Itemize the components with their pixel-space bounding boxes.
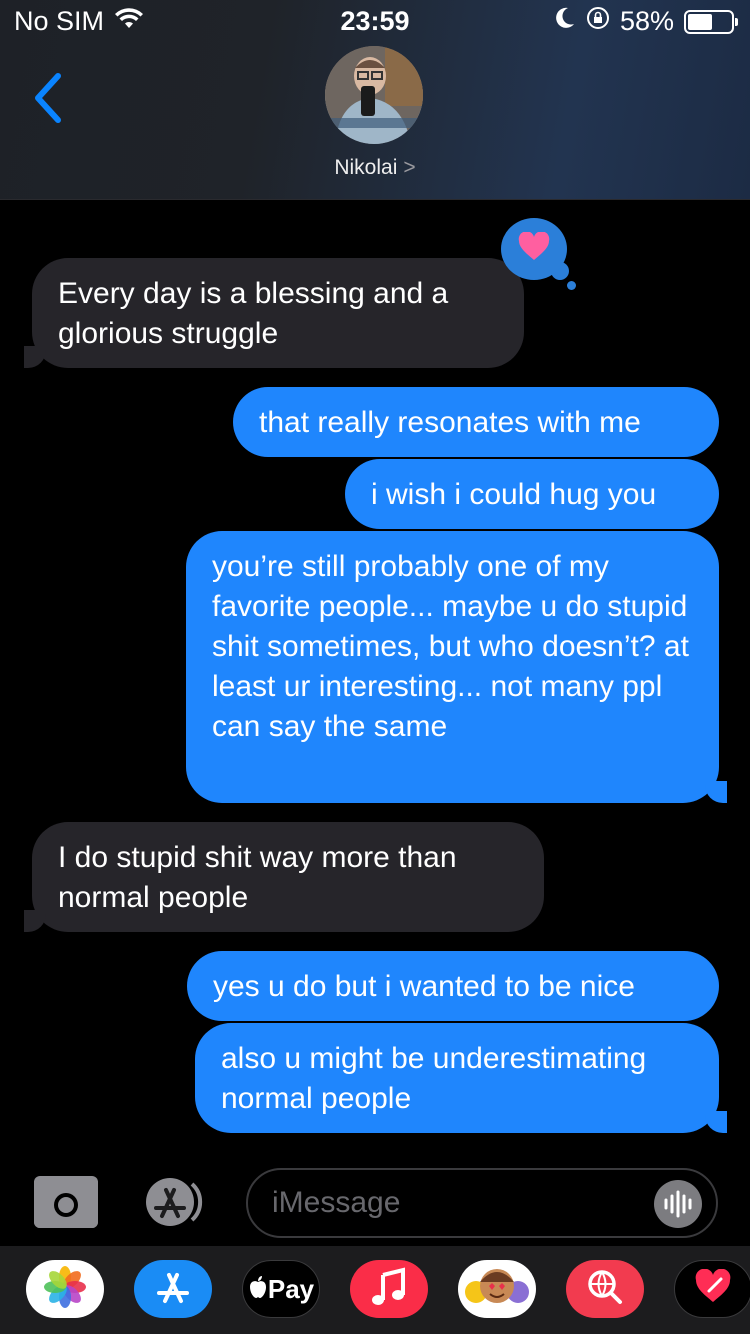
compose-bar [0,1158,750,1246]
message-text: you’re still probably one of my favorite… [212,550,689,743]
contact-name: Nikolai [334,156,398,179]
apple-pay-label: Pay [267,1273,315,1304]
app-store-icon [153,1267,193,1312]
digital-touch-app-button[interactable] [674,1260,750,1318]
message-bubble-incoming[interactable]: I do stupid shit way more than normal pe… [24,822,544,932]
moon-icon [554,6,576,37]
digital-touch-heart-icon [693,1268,733,1310]
message-text: also u might be underestimating normal p… [221,1042,647,1115]
message-text: yes u do but i wanted to be nice [213,970,635,1003]
music-note-icon [371,1266,407,1312]
audio-message-button[interactable] [654,1180,702,1228]
photos-icon [43,1265,87,1314]
memoji-app-button[interactable] [458,1260,536,1318]
message-text: that really resonates with me [259,406,641,439]
music-app-button[interactable] [350,1260,428,1318]
back-button[interactable] [28,70,68,126]
conversation-header: No SIM 23:59 58% Nikolai > [0,0,750,200]
message-text: Every day is a blessing and a glorious s… [58,277,449,350]
orientation-lock-icon [586,6,610,37]
status-bar: No SIM 23:59 58% [0,0,750,44]
message-text: I do stupid shit way more than normal pe… [58,841,457,914]
message-text: i wish i could hug you [371,478,657,511]
heart-icon [517,230,551,267]
web-search-app-button[interactable] [566,1260,644,1318]
message-bubble-outgoing[interactable]: that really resonates with me [233,387,719,457]
battery-icon [684,9,738,34]
app-store-button[interactable] [140,1176,210,1228]
photos-app-button[interactable] [26,1260,104,1318]
memoji-icon [462,1262,532,1317]
apple-icon [248,1275,268,1304]
message-bubble-outgoing[interactable]: you’re still probably one of my favorite… [186,531,727,803]
app-store-app-button[interactable] [134,1260,212,1318]
message-bubble-outgoing[interactable]: i wish i could hug you [345,459,719,529]
message-bubble-outgoing[interactable]: yes u do but i wanted to be nice [187,951,719,1021]
message-input[interactable] [246,1168,718,1238]
app-drawer: Pay [0,1246,750,1334]
camera-button[interactable] [34,1176,98,1228]
message-bubble-incoming[interactable]: Every day is a blessing and a glorious s… [24,258,524,368]
chevron-right-icon: > [403,156,416,179]
contact-name-button[interactable]: Nikolai > [0,156,750,180]
search-globe-icon [585,1267,625,1312]
contact-avatar[interactable] [325,46,423,144]
apple-pay-app-button[interactable]: Pay [242,1260,320,1318]
battery-fill [688,13,713,30]
battery-percent: 58% [619,6,674,36]
heart-tapback[interactable] [501,218,567,280]
message-bubble-outgoing[interactable]: also u might be underestimating normal p… [195,1023,727,1133]
